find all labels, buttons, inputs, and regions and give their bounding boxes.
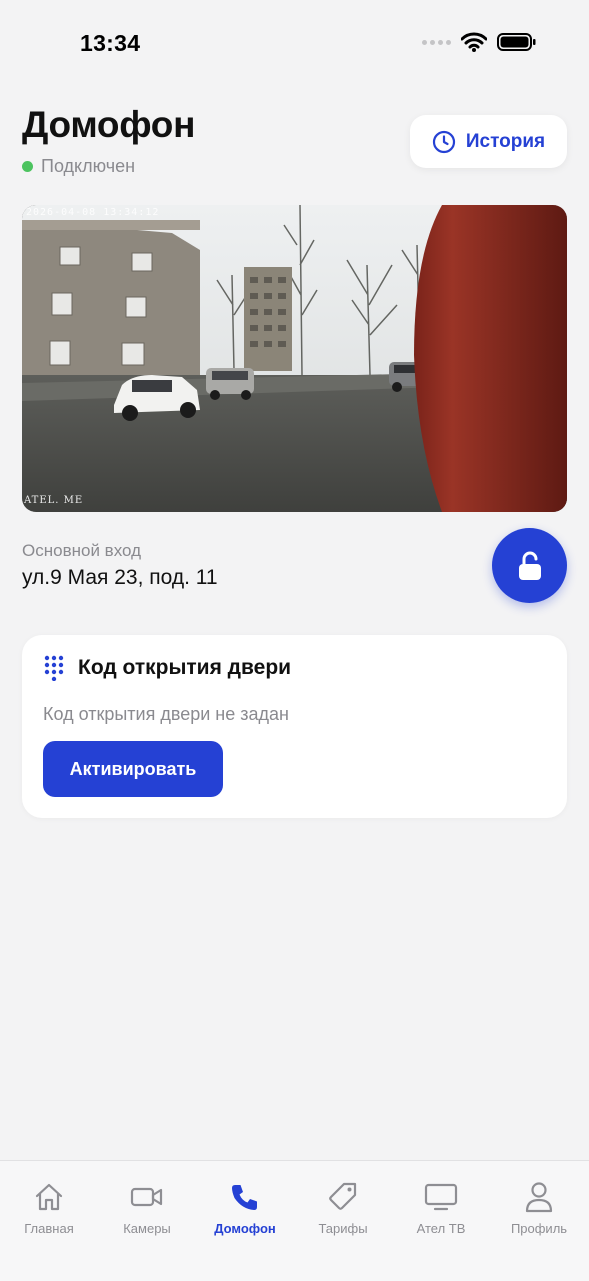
tab-cameras-label: Камеры [123, 1221, 171, 1236]
camera-timestamp: 2026-04-08 13:34:12 [26, 207, 160, 218]
history-button-label: История [465, 130, 546, 152]
tab-profile[interactable]: Профиль [490, 1179, 588, 1236]
camera-snapshot [22, 205, 567, 512]
unlock-door-button[interactable] [492, 528, 567, 603]
tab-intercom-label: Домофон [214, 1221, 276, 1236]
status-bar: 13:34 [0, 0, 589, 88]
user-icon [525, 1182, 553, 1213]
page-title: Домофон [22, 104, 196, 145]
tab-tariffs[interactable]: Тарифы [294, 1179, 392, 1236]
activate-button[interactable]: Активировать [43, 741, 223, 797]
keypad-icon [44, 655, 64, 681]
clock-icon [432, 130, 455, 153]
history-button[interactable]: История [410, 115, 567, 168]
connection-status: Подключен [22, 156, 135, 177]
tab-cameras[interactable]: Камеры [98, 1179, 196, 1236]
tab-tariffs-label: Тарифы [318, 1221, 368, 1236]
tag-icon [329, 1182, 357, 1210]
tab-atel-tv[interactable]: Ател ТВ [392, 1179, 490, 1236]
status-time: 13:34 [80, 30, 141, 56]
entrance-address: ул.9 Мая 23, под. 11 [22, 566, 218, 589]
connection-status-text: Подключен [41, 156, 136, 176]
tab-home[interactable]: Главная [0, 1179, 98, 1236]
phone-icon [232, 1185, 257, 1210]
tv-icon [424, 1183, 458, 1211]
camera-preview[interactable]: 2026-04-08 13:34:12 ATEL. ME [22, 205, 567, 512]
tab-intercom[interactable]: Домофон [196, 1179, 294, 1236]
cellular-signal-icon [422, 39, 451, 45]
door-code-empty-text: Код открытия двери не задан [43, 704, 289, 724]
wifi-icon [461, 32, 487, 52]
status-icons [422, 32, 537, 52]
video-camera-icon [130, 1187, 163, 1207]
battery-icon [497, 33, 536, 51]
tab-atel-tv-label: Ател ТВ [416, 1221, 466, 1236]
tab-home-label: Главная [24, 1221, 74, 1236]
camera-watermark: ATEL. ME [24, 495, 84, 506]
door-code-title: Код открытия двери [78, 656, 292, 679]
entrance-label: Основной вход [22, 541, 141, 560]
door-code-card: Код открытия двери Код открытия двери не… [22, 635, 567, 818]
home-icon [35, 1183, 63, 1211]
tab-profile-label: Профиль [510, 1221, 568, 1236]
online-dot [22, 161, 33, 172]
tab-bar: Главная Камеры Домофон Тарифы Ател ТВ Пр… [0, 1160, 589, 1281]
unlock-icon [518, 551, 541, 580]
door-code-header: Код открытия двери [44, 655, 291, 681]
